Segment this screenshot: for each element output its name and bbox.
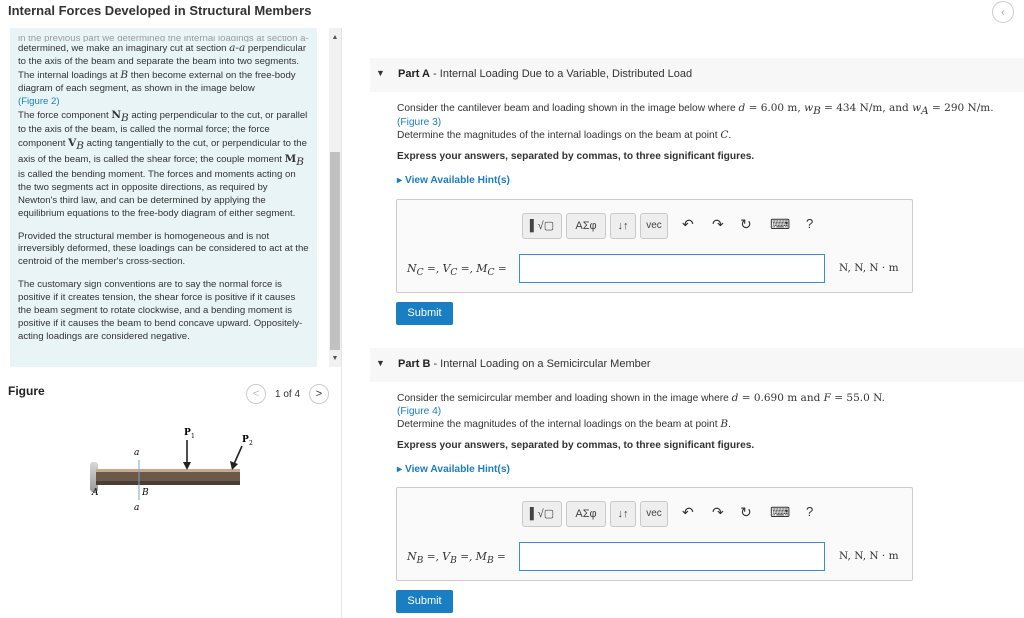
intro-paragraph-4: The customary sign conventions are to sa… — [18, 279, 303, 342]
part-b-title: Part B - Internal Loading on a Semicircu… — [398, 358, 651, 370]
arrows-button[interactable]: ↓↑ — [610, 213, 636, 239]
part-a-problem: Consider the cantilever beam and loading… — [397, 102, 994, 118]
close-button[interactable]: ‹ — [992, 1, 1014, 23]
scroll-down-arrow[interactable]: ▼ — [331, 355, 339, 362]
keyboard-icon[interactable]: ⌨ — [770, 504, 790, 521]
figure-2-link[interactable]: (Figure 2) — [18, 96, 60, 107]
label-a-top: a — [134, 448, 139, 458]
figure-prev-button[interactable]: < — [246, 384, 266, 404]
part-a-answer-box: ▌√▢ ΑΣφ ↓↑ vec ↶ ↷ ↻ ⌨ ? NC =, VC =, MC … — [396, 199, 913, 293]
reset-icon[interactable]: ↻ — [740, 216, 752, 233]
symbols-button[interactable]: ΑΣφ — [566, 213, 606, 239]
templates-button[interactable]: ▌√▢ — [522, 213, 562, 239]
page-title: Internal Forces Developed in Structural … — [8, 3, 312, 18]
help-icon[interactable]: ? — [806, 504, 813, 519]
beam-figure: P 1 P 2 a a A B — [90, 428, 253, 513]
part-b-units: N, N, N · m — [839, 550, 899, 562]
figure-counter: 1 of 4 — [275, 389, 301, 400]
figure-3-link[interactable]: (Figure 3) — [397, 116, 441, 129]
panel-divider — [341, 28, 342, 618]
label-p2: P — [242, 435, 249, 445]
part-b-answer-input[interactable] — [519, 542, 825, 571]
part-b-header[interactable]: ▼ Part B - Internal Loading on a Semicir… — [370, 348, 1024, 382]
part-a-answer-label: NC =, VC =, MC = — [407, 262, 507, 279]
part-a-answer-input[interactable] — [519, 254, 825, 283]
intro-scrollbar[interactable]: ▲ ▼ — [329, 28, 341, 367]
label-point-b: B — [141, 488, 149, 498]
part-a-hint-link[interactable]: ▸ View Available Hint(s) — [397, 175, 510, 186]
label-point-a: A — [91, 488, 99, 498]
arrows-button[interactable]: ↓↑ — [610, 501, 636, 527]
keyboard-icon[interactable]: ⌨ — [770, 216, 790, 233]
part-a-instruction: Express your answers, separated by comma… — [397, 151, 755, 162]
symbols-button[interactable]: ΑΣφ — [566, 501, 606, 527]
part-a-submit-button[interactable]: Submit — [396, 302, 453, 325]
part-b-instruction: Express your answers, separated by comma… — [397, 440, 755, 451]
part-a-determine: Determine the magnitudes of the internal… — [397, 129, 732, 141]
part-a-title: Part A - Internal Loading Due to a Varia… — [398, 68, 693, 80]
vector-button[interactable]: vec — [640, 213, 668, 239]
part-a-units: N, N, N · m — [839, 262, 899, 274]
undo-icon[interactable]: ↶ — [682, 504, 694, 521]
redo-icon[interactable]: ↷ — [712, 504, 724, 521]
svg-text:2: 2 — [249, 440, 253, 447]
part-b-hint-link[interactable]: ▸ View Available Hint(s) — [397, 464, 510, 475]
intro-paragraph-3: Provided the structural member is homoge… — [18, 230, 309, 268]
app-header: Internal Forces Developed in Structural … — [0, 0, 1024, 28]
intro-panel: in the previous part we determined the i… — [10, 28, 317, 367]
scroll-up-arrow[interactable]: ▲ — [331, 34, 339, 41]
undo-icon[interactable]: ↶ — [682, 216, 694, 233]
svg-text:1: 1 — [191, 433, 195, 440]
load-arrow-p2 — [233, 445, 243, 465]
part-b-answer-label: NB =, VB =, MB = — [407, 550, 506, 567]
reset-icon[interactable]: ↻ — [740, 504, 752, 521]
help-icon[interactable]: ? — [806, 216, 813, 231]
part-b-answer-box: ▌√▢ ΑΣφ ↓↑ vec ↶ ↷ ↻ ⌨ ? NB =, VB =, MB … — [396, 487, 913, 581]
figure-next-button[interactable]: > — [309, 384, 329, 404]
redo-icon[interactable]: ↷ — [712, 216, 724, 233]
part-a-header[interactable]: ▼ Part A - Internal Loading Due to a Var… — [370, 58, 1024, 92]
part-b-determine: Determine the magnitudes of the internal… — [397, 418, 731, 430]
figure-4-link[interactable]: (Figure 4) — [397, 405, 441, 418]
part-b-collapse-icon[interactable]: ▼ — [376, 358, 385, 368]
vector-button[interactable]: vec — [640, 501, 668, 527]
label-a-bottom: a — [134, 503, 139, 513]
intro-paragraph-1: determined, we make an imaginary cut at … — [18, 42, 308, 219]
scrollbar-thumb[interactable] — [330, 152, 340, 350]
figure-label: Figure — [8, 384, 45, 398]
templates-button[interactable]: ▌√▢ — [522, 501, 562, 527]
part-b-problem: Consider the semicircular member and loa… — [397, 392, 885, 404]
part-b-submit-button[interactable]: Submit — [396, 590, 453, 613]
label-p1: P — [184, 428, 191, 438]
part-a-collapse-icon[interactable]: ▼ — [376, 68, 385, 78]
